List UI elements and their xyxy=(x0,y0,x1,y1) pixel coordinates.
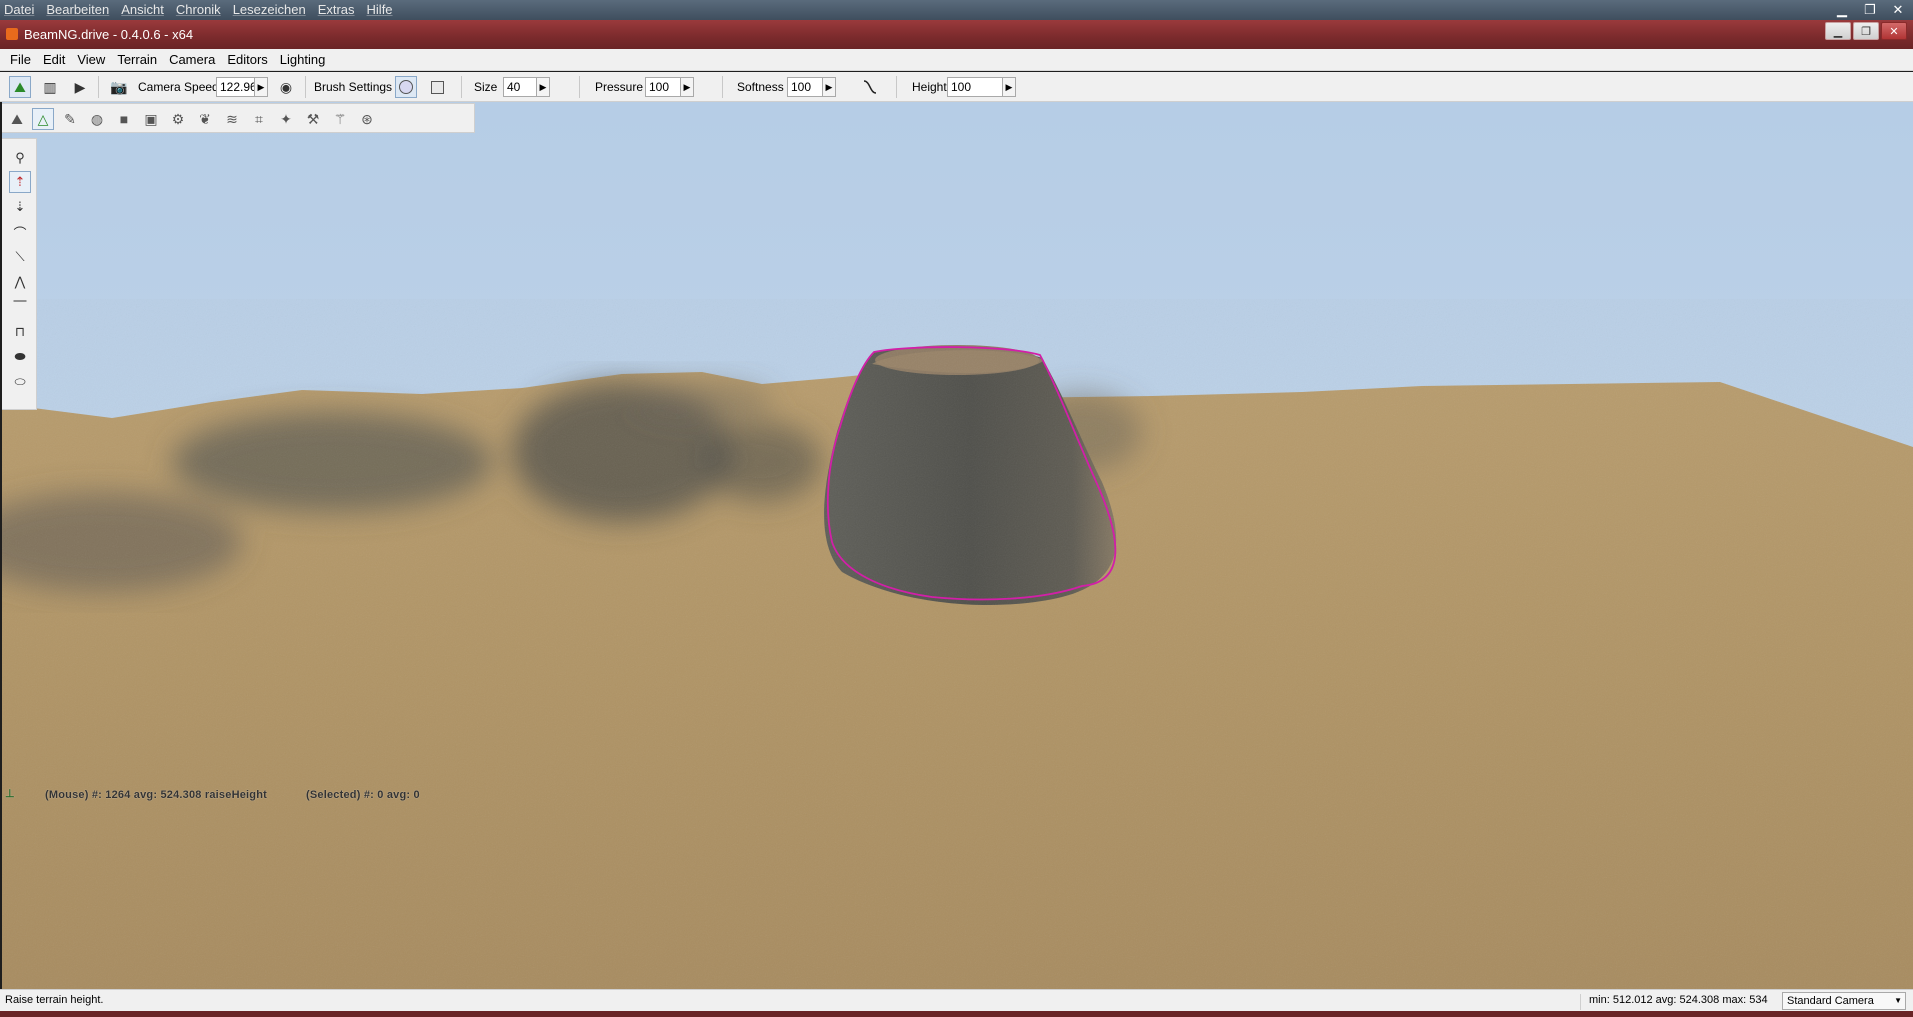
toolbar-separator xyxy=(461,76,462,98)
decal-icon[interactable]: ⌗ xyxy=(248,108,270,130)
gui-editor-icon[interactable]: ▥ xyxy=(39,76,61,98)
set-height-icon[interactable]: ⊓ xyxy=(9,321,31,343)
browser-menu-hilfe[interactable]: Hilfe xyxy=(361,0,399,19)
camera-speed-arrow-icon[interactable]: ▶ xyxy=(254,77,268,97)
softness-curve-icon[interactable] xyxy=(859,76,881,98)
mesh-road-icon[interactable]: ⚒ xyxy=(302,108,324,130)
minimize-icon[interactable]: ▁ xyxy=(1831,2,1853,18)
menu-camera[interactable]: Camera xyxy=(163,49,221,71)
camera-icon[interactable]: 📷 xyxy=(108,76,130,98)
browser-menu-lesezeichen[interactable]: Lesezeichen xyxy=(227,0,312,19)
camera-mode-value: Standard Camera xyxy=(1787,995,1874,1007)
window-titlebar: BeamNG.drive - 0.4.0.6 - x64 xyxy=(0,20,1913,49)
softness-arrow-icon[interactable]: ▶ xyxy=(822,77,836,97)
browser-menu-ansicht[interactable]: Ansicht xyxy=(115,0,170,19)
restore-icon[interactable]: ❐ xyxy=(1853,22,1879,40)
camera-speed-label: Camera Speed xyxy=(138,80,219,94)
height-arrow-icon[interactable]: ▶ xyxy=(1002,77,1016,97)
menu-terrain[interactable]: Terrain xyxy=(111,49,163,71)
minimize-icon[interactable]: ▁ xyxy=(1825,22,1851,40)
pressure-field[interactable]: 100 xyxy=(645,77,681,97)
height-label: Height xyxy=(912,80,947,94)
close-icon[interactable]: ✕ xyxy=(1881,22,1907,40)
cube-icon[interactable]: ■ xyxy=(113,108,135,130)
axis-gizmo-icon: ⊥ xyxy=(5,788,15,800)
app-logo-icon xyxy=(6,28,18,40)
square-brush-icon[interactable] xyxy=(426,76,448,98)
size-field[interactable]: 40 xyxy=(503,77,537,97)
road-icon[interactable]: ✦ xyxy=(275,108,297,130)
toolbar-separator xyxy=(98,76,99,98)
chevron-down-icon: ▼ xyxy=(1894,996,1902,1005)
height-field[interactable]: 100 xyxy=(947,77,1003,97)
browser-menubar: Datei Bearbeiten Ansicht Chronik Lesezeichen… xyxy=(0,0,1913,20)
raise-height-icon[interactable]: ⇡ xyxy=(9,171,31,193)
terrain-viewport[interactable]: ⊥ (Mouse) #: 1264 avg: 524.308 raiseHeig… xyxy=(2,102,1913,989)
circle-brush-icon[interactable] xyxy=(395,76,417,98)
play-icon[interactable]: ▶ xyxy=(69,76,91,98)
browser-menu-bearbeiten[interactable]: Bearbeiten xyxy=(40,0,115,19)
flatten-icon[interactable]: ⎺ xyxy=(9,296,31,318)
height-stats: min: 512.012 avg: 524.308 max: 534 xyxy=(1580,994,1768,1010)
menu-editors[interactable]: Editors xyxy=(221,49,273,71)
browser-window-controls: ▁ ❐ ✕ xyxy=(1831,0,1909,20)
restore-icon[interactable]: ❐ xyxy=(1859,2,1881,18)
toolbar-separator xyxy=(896,76,897,98)
camera-mode-select[interactable]: Standard Camera ▼ xyxy=(1782,992,1906,1010)
selected-info: (Selected) #: 0 avg: 0 xyxy=(306,789,420,801)
editor-tools-row: ⛰ △ ✎ ◍ ■ ▣ ⚙ ❦ ≋ ⌗ ✦ ⚒ ⚚ ⊛ xyxy=(2,103,475,133)
noise-icon[interactable]: ⋀ xyxy=(9,271,31,293)
status-bar: Raise terrain height. min: 512.012 avg: … xyxy=(0,989,1913,1011)
terrain-scene xyxy=(2,102,1913,989)
clear-terrain-icon[interactable]: ⬬ xyxy=(9,346,31,368)
status-message: Raise terrain height. xyxy=(5,994,104,1006)
terrain-tool-palette: ⚲ ⇡ ⇣ ⌒ ⟍ ⋀ ⎺ ⊓ ⬬ ⬭ xyxy=(2,138,37,410)
camera-speed-field[interactable]: 122.96 xyxy=(216,77,255,97)
select-grab-icon[interactable]: ⚲ xyxy=(9,147,31,169)
window-title: BeamNG.drive - 0.4.0.6 - x64 xyxy=(24,27,194,42)
browser-menu-datei[interactable]: Datei xyxy=(0,0,40,19)
slope-icon[interactable]: ⟍ xyxy=(9,246,31,268)
pressure-label: Pressure xyxy=(595,80,644,94)
window-controls: ▁ ❐ ✕ xyxy=(1823,22,1907,40)
terrain-painter-icon[interactable]: ✎ xyxy=(59,108,81,130)
forest-leaf-icon[interactable]: ❦ xyxy=(194,108,216,130)
tool-settings-bar: ⛰ ▥ ▶ 📷 Camera Speed 122.96 ▶ ◉ Brush Se… xyxy=(0,72,1913,102)
toolbar-separator xyxy=(305,76,306,98)
size-arrow-icon[interactable]: ▶ xyxy=(536,77,550,97)
world-editor-icon[interactable]: ⛰ xyxy=(9,76,31,98)
vehicle-icon[interactable]: ⚙ xyxy=(167,108,189,130)
toolbar-separator xyxy=(579,76,580,98)
river-icon[interactable]: ≋ xyxy=(221,108,243,130)
app-menubar: File Edit View Terrain Camera Editors Lighting xyxy=(0,49,1913,71)
menu-view[interactable]: View xyxy=(71,49,111,71)
browser-menu-chronik[interactable]: Chronik xyxy=(170,0,227,19)
restore-terrain-icon[interactable]: ⬭ xyxy=(9,371,31,393)
menu-edit[interactable]: Edit xyxy=(37,49,71,71)
shape-icon[interactable]: ⚚ xyxy=(329,108,351,130)
pressure-arrow-icon[interactable]: ▶ xyxy=(680,77,694,97)
toolbar-separator xyxy=(722,76,723,98)
particle-icon[interactable]: ⊛ xyxy=(356,108,378,130)
terrain-editor-icon[interactable]: △ xyxy=(32,108,54,130)
size-label: Size xyxy=(474,80,498,94)
menu-lighting[interactable]: Lighting xyxy=(274,49,332,71)
lower-height-icon[interactable]: ⇣ xyxy=(9,196,31,218)
softness-label: Softness xyxy=(737,80,784,94)
brush-settings-label: Brush Settings xyxy=(314,80,393,94)
visibility-eye-icon[interactable]: ◉ xyxy=(275,76,297,98)
terrain-texture xyxy=(2,362,1913,989)
window-bottom-border xyxy=(0,1011,1913,1017)
datablock-icon[interactable]: ▣ xyxy=(140,108,162,130)
globe-icon[interactable]: ◍ xyxy=(86,108,108,130)
softness-field[interactable]: 100 xyxy=(787,77,823,97)
mouse-info: (Mouse) #: 1264 avg: 524.308 raiseHeight xyxy=(45,789,267,801)
close-icon[interactable]: ✕ xyxy=(1887,2,1909,18)
menu-file[interactable]: File xyxy=(0,49,37,71)
smooth-icon[interactable]: ⌒ xyxy=(9,221,31,243)
object-select-icon[interactable]: ⛰ xyxy=(6,108,28,130)
browser-menu-extras[interactable]: Extras xyxy=(312,0,361,19)
